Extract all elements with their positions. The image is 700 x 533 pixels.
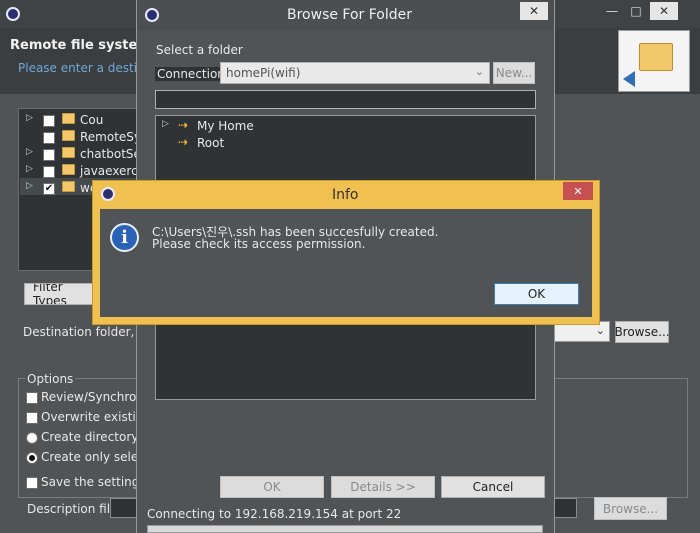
export-wizard-banner-icon: [618, 30, 690, 92]
description-browse-button[interactable]: Browse...: [594, 497, 667, 520]
connection-dropdown[interactable]: homePi(wifi) ⌄: [220, 62, 490, 84]
bg-tree-item[interactable]: ▷ javaexercis: [22, 163, 138, 180]
folder-tree-item[interactable]: ▷ ⇢ My Home: [158, 118, 358, 135]
remote-folder-shortcut-icon: ⇢: [178, 118, 189, 132]
tree-item-checkbox[interactable]: [43, 149, 55, 161]
option-radio[interactable]: [26, 432, 38, 444]
tree-item-checkbox[interactable]: [43, 115, 55, 127]
tree-item-checkbox[interactable]: [43, 132, 55, 144]
info-icon: i: [110, 223, 139, 252]
info-ok-button[interactable]: OK: [494, 283, 579, 305]
bg-tree-item[interactable]: RemoteSys: [22, 129, 138, 146]
folder-tree-label: My Home: [197, 119, 254, 133]
new-connection-button[interactable]: New...: [493, 62, 535, 84]
option-label: Overwrite existing: [41, 410, 136, 424]
remote-folder-shortcut-icon: ⇢: [178, 135, 189, 149]
bg-tree-item[interactable]: ▷ chatbotSer: [22, 146, 138, 163]
expand-triangle-icon[interactable]: ▷: [26, 181, 33, 191]
tree-item-label: Cou: [80, 113, 104, 127]
save-settings-checkbox[interactable]: [26, 477, 38, 489]
chevron-down-icon: ⌄: [474, 65, 484, 78]
radio-selected-dot: [29, 455, 35, 461]
filter-types-button[interactable]: Filter Types: [24, 283, 94, 305]
option-checkbox[interactable]: [26, 412, 38, 424]
bg-tree-item[interactable]: ▷ Cou: [22, 112, 138, 129]
description-file-input[interactable]: [110, 498, 138, 518]
details-button[interactable]: Details >>: [331, 476, 435, 498]
info-dialog-close-button[interactable]: ✕: [563, 182, 593, 200]
info-message-line2: Please check its access permission.: [152, 237, 366, 251]
project-folder-icon: [62, 113, 75, 124]
option-label: Create only selecte: [41, 450, 136, 464]
eclipse-app-icon: [6, 7, 20, 21]
project-folder-icon: [62, 147, 75, 158]
bg-page-title: Remote file system: [10, 38, 151, 53]
info-dialog-title: Info: [332, 187, 359, 203]
project-folder-icon: [62, 164, 75, 175]
browse-dialog-app-icon: [145, 8, 159, 22]
browse-dialog-title: Browse For Folder: [287, 7, 413, 23]
save-settings-label: Save the settings: [41, 475, 146, 489]
folder-tree-item[interactable]: ⇢ Root: [158, 135, 358, 152]
expand-triangle-icon[interactable]: ▷: [26, 113, 33, 123]
bg-maximize-button[interactable]: □: [622, 2, 650, 20]
chevron-down-icon: ⌄: [595, 324, 605, 337]
expand-triangle-icon[interactable]: ▷: [26, 147, 33, 157]
destination-browse-button[interactable]: Browse...: [614, 321, 670, 343]
folder-banner-icon: [639, 43, 673, 71]
select-folder-label: Select a folder: [156, 43, 243, 57]
project-folder-icon: [62, 130, 75, 141]
folder-path-input[interactable]: [155, 90, 536, 109]
expand-triangle-icon[interactable]: ▷: [162, 119, 169, 129]
tree-item-label: chatbotSer: [80, 147, 138, 161]
connection-status-text: Connecting to 192.168.219.154 at port 22: [147, 507, 402, 521]
tree-item-checkbox[interactable]: [43, 166, 55, 178]
bg-close-button[interactable]: ✕: [650, 2, 678, 20]
progress-bar: [147, 525, 543, 533]
browse-ok-button[interactable]: OK: [220, 476, 324, 498]
connection-value: homePi(wifi): [226, 66, 301, 80]
description-file-label: Description file:: [27, 502, 122, 516]
option-label: Create directory st: [41, 430, 136, 444]
project-folder-icon: [62, 181, 75, 192]
info-dialog-app-icon: [101, 187, 115, 201]
option-checkbox[interactable]: [26, 392, 38, 404]
destination-folder-label: Destination folder, qu: [23, 325, 154, 339]
tree-item-label: RemoteSys: [80, 130, 138, 144]
browse-dialog-close-button[interactable]: ✕: [520, 2, 548, 20]
option-label: Review/Synchroniz: [41, 390, 136, 404]
tree-item-label: javaexercis: [80, 164, 138, 178]
tree-item-checkbox[interactable]: ✔: [43, 183, 55, 195]
arrow-banner-icon: [623, 71, 635, 87]
folder-tree-label: Root: [197, 136, 225, 150]
option-radio[interactable]: [26, 452, 38, 464]
options-group-label: Options: [25, 372, 76, 386]
expand-triangle-icon[interactable]: ▷: [26, 164, 33, 174]
cancel-button[interactable]: Cancel: [441, 476, 545, 498]
